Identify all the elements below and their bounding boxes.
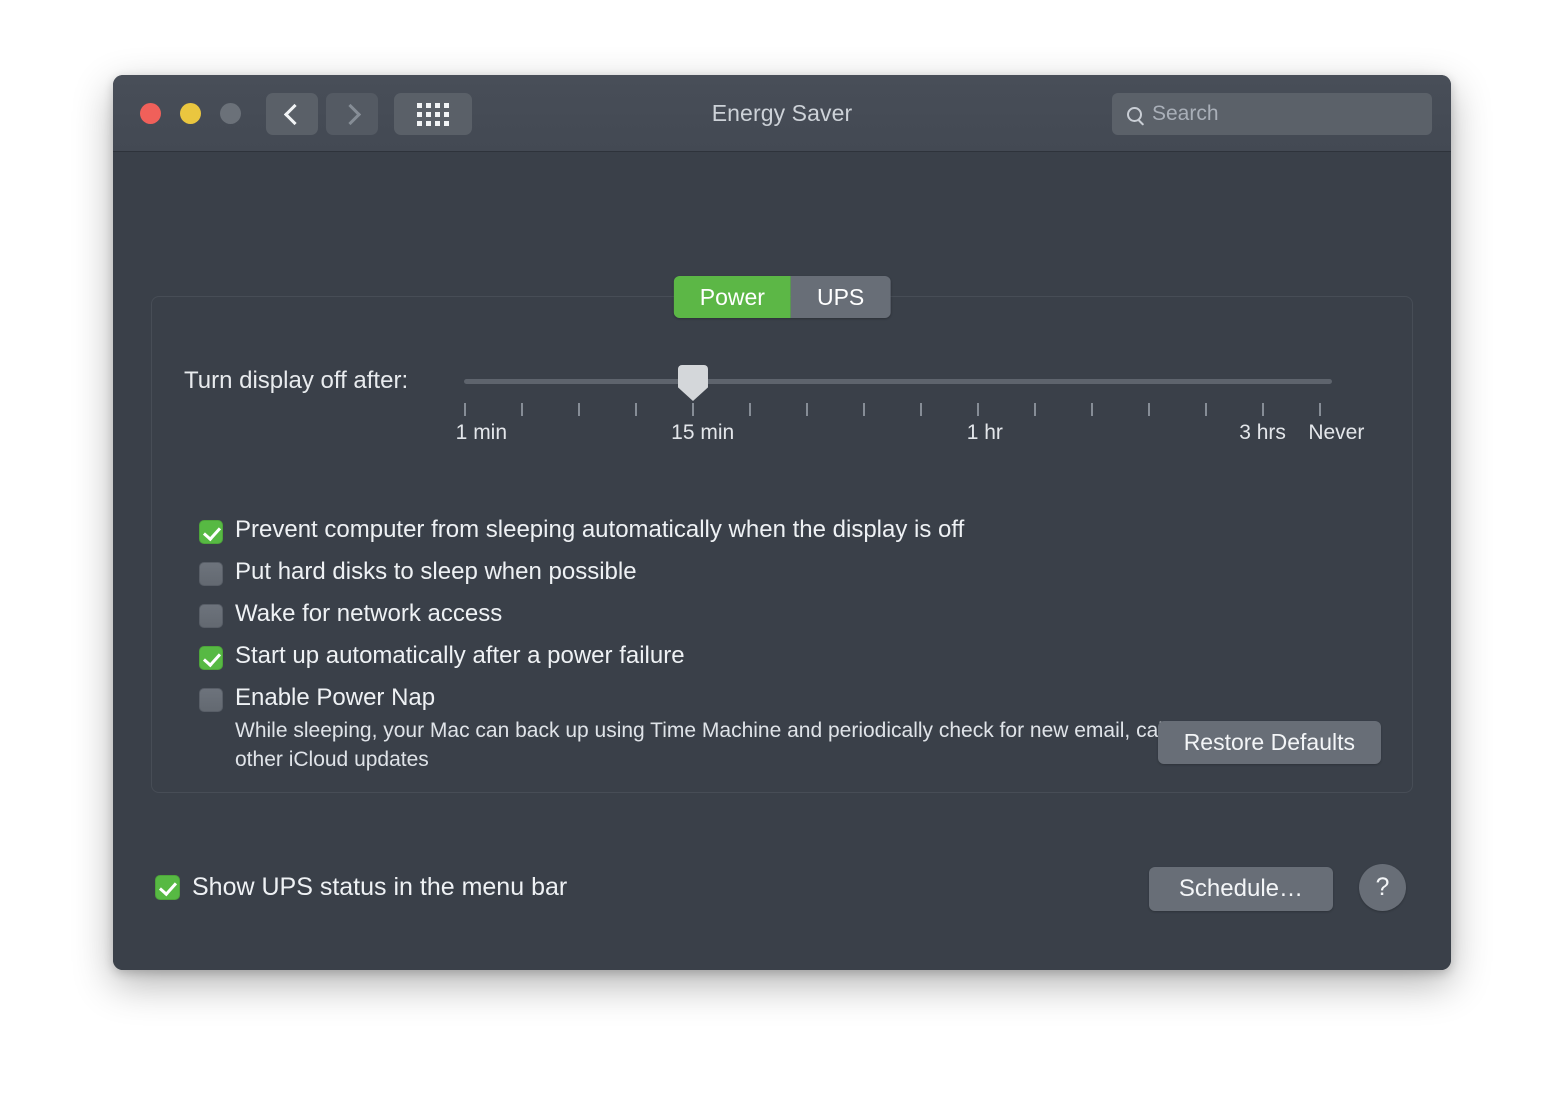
- window-footer: Show UPS status in the menu bar Schedule…: [113, 820, 1451, 970]
- display-off-slider[interactable]: [464, 377, 1332, 387]
- search-placeholder: Search: [1152, 102, 1219, 126]
- slider-tick: [863, 403, 865, 416]
- slider-tick-label: 15 min: [671, 421, 734, 445]
- window-titlebar: Energy Saver Search: [113, 75, 1451, 152]
- slider-tick-label: Never: [1308, 421, 1364, 445]
- search-input[interactable]: Search: [1112, 93, 1432, 135]
- checkbox-power-nap[interactable]: [199, 688, 223, 712]
- slider-tick-label: 1 min: [456, 421, 507, 445]
- checkbox-hard-disks-sleep[interactable]: [199, 562, 223, 586]
- checkbox-row-show-ups-status[interactable]: Show UPS status in the menu bar: [155, 873, 567, 902]
- checkbox-label-startup-after-failure: Start up automatically after a power fai…: [235, 643, 685, 670]
- checkbox-row-hard-disks-sleep[interactable]: Put hard disks to sleep when possible: [199, 559, 1379, 586]
- tab-power[interactable]: Power: [674, 276, 791, 318]
- slider-tick-label: 1 hr: [967, 421, 1003, 445]
- search-icon: [1127, 107, 1142, 122]
- restore-defaults-button[interactable]: Restore Defaults: [1158, 721, 1381, 764]
- checkbox-label-hard-disks-sleep: Put hard disks to sleep when possible: [235, 559, 637, 586]
- slider-tick: [692, 403, 694, 416]
- checkbox-row-power-nap[interactable]: Enable Power Nap: [199, 685, 1379, 712]
- checkbox-startup-after-failure[interactable]: [199, 646, 223, 670]
- energy-saver-window: Energy Saver Search Power UPS Turn displ…: [113, 75, 1451, 970]
- slider-tick: [1205, 403, 1207, 416]
- help-button[interactable]: ?: [1359, 864, 1406, 911]
- settings-panel: Turn display off after: 1 min 15 min 1 hr 3…: [151, 296, 1413, 793]
- power-nap-description: While sleeping, your Mac can back up usi…: [235, 717, 1270, 775]
- slider-tick-label: 3 hrs: [1239, 421, 1286, 445]
- checkbox-row-prevent-sleep[interactable]: Prevent computer from sleeping automatic…: [199, 517, 1379, 544]
- window-body: Power UPS Turn display off after: 1 min 1…: [113, 152, 1451, 970]
- tab-ups[interactable]: UPS: [791, 276, 890, 318]
- checkbox-row-wake-network[interactable]: Wake for network access: [199, 601, 1379, 628]
- checkbox-row-startup-after-failure[interactable]: Start up automatically after a power fai…: [199, 643, 1379, 670]
- slider-tick: [749, 403, 751, 416]
- slider-label: Turn display off after:: [184, 367, 408, 395]
- schedule-button[interactable]: Schedule…: [1149, 867, 1333, 911]
- slider-tick: [578, 403, 580, 416]
- slider-tick-marks: [464, 403, 1332, 416]
- slider-tick: [977, 403, 979, 416]
- slider-tick: [1091, 403, 1093, 416]
- slider-tick: [635, 403, 637, 416]
- slider-tick: [1262, 403, 1264, 416]
- checkbox-show-ups-status[interactable]: [155, 875, 180, 900]
- checkbox-label-show-ups-status: Show UPS status in the menu bar: [192, 873, 567, 902]
- checkbox-prevent-sleep[interactable]: [199, 520, 223, 544]
- slider-tick: [1034, 403, 1036, 416]
- slider-track[interactable]: [464, 379, 1332, 384]
- checkbox-label-wake-network: Wake for network access: [235, 601, 502, 628]
- tab-bar: Power UPS: [674, 276, 891, 318]
- slider-tick-labels: 1 min15 min1 hr3 hrsNever: [464, 421, 1332, 449]
- slider-tick: [1319, 403, 1321, 416]
- slider-tick: [464, 403, 466, 416]
- slider-thumb[interactable]: [678, 365, 708, 401]
- slider-tick: [920, 403, 922, 416]
- checkbox-label-power-nap: Enable Power Nap: [235, 685, 435, 712]
- checkbox-label-prevent-sleep: Prevent computer from sleeping automatic…: [235, 517, 964, 544]
- checkbox-wake-network[interactable]: [199, 604, 223, 628]
- slider-tick: [1148, 403, 1150, 416]
- slider-tick: [806, 403, 808, 416]
- slider-tick: [521, 403, 523, 416]
